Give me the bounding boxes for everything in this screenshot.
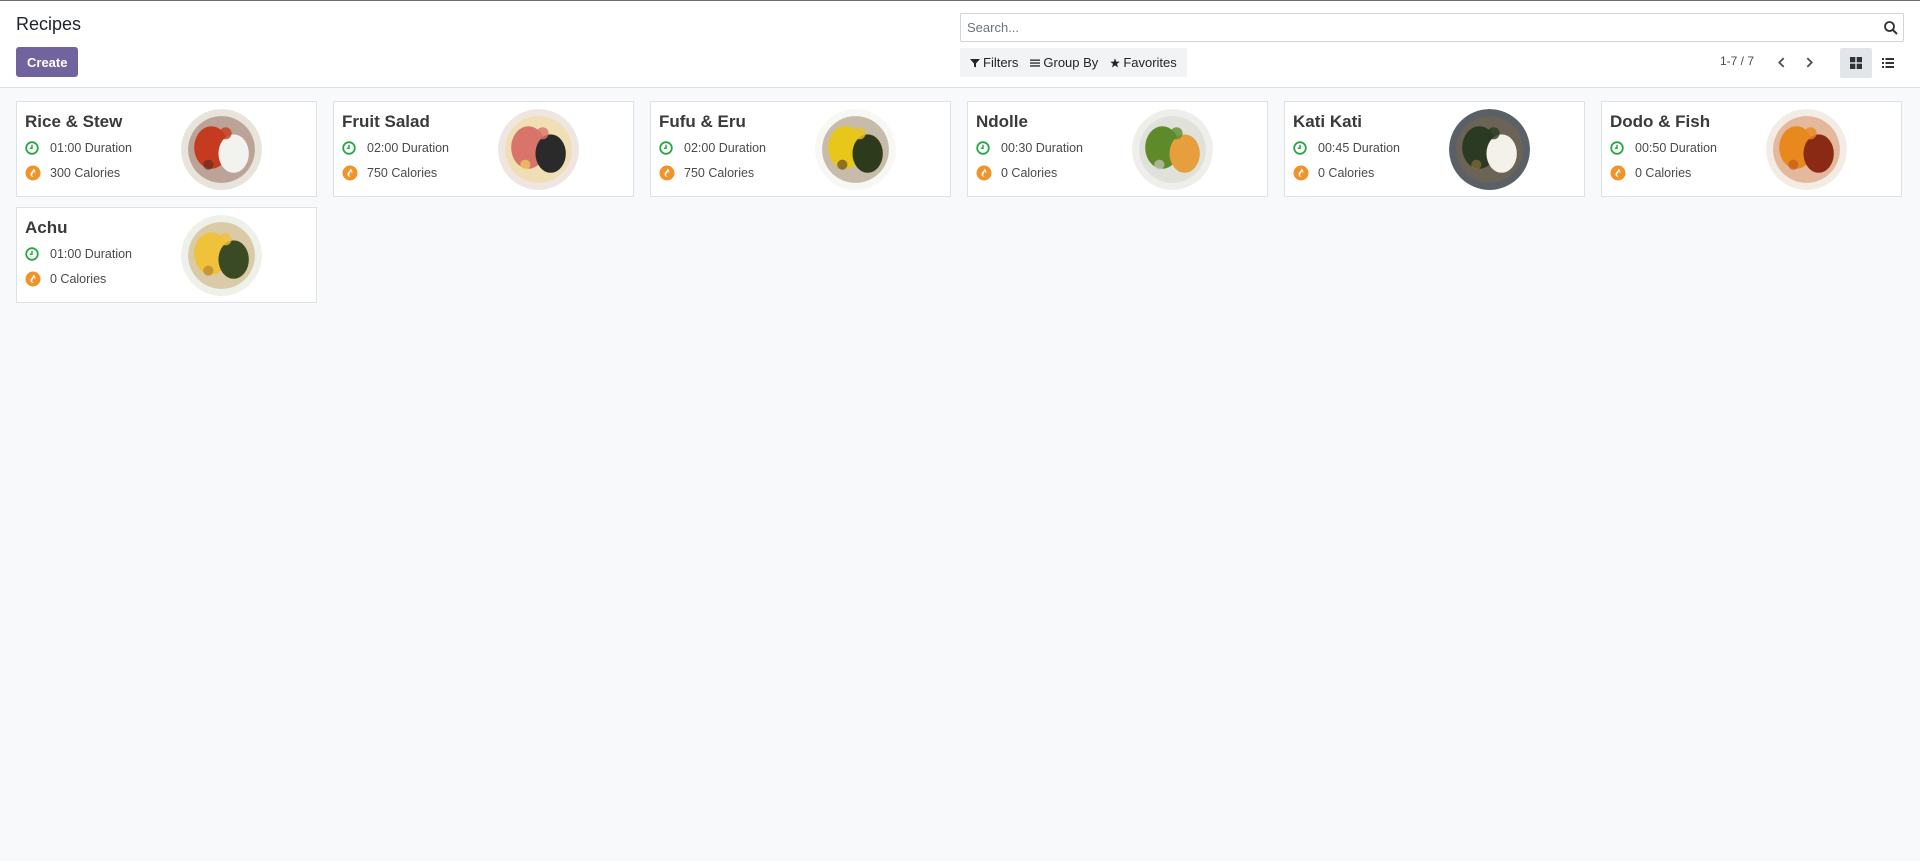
chevron-right-icon: [1806, 56, 1813, 68]
calories-text: 0 Calories: [1318, 166, 1375, 180]
recipe-duration: 01:00 Duration: [25, 247, 132, 261]
recipe-duration: 02:00 Duration: [342, 141, 449, 155]
bars-icon: [1030, 59, 1041, 67]
recipe-calories: 750 Calories: [342, 165, 437, 181]
duration-text: 02:00 Duration: [684, 141, 767, 155]
recipe-calories: 750 Calories: [659, 165, 754, 181]
star-icon: [1110, 57, 1121, 67]
search-input[interactable]: [961, 14, 1861, 41]
create-button[interactable]: Create: [16, 47, 79, 77]
clock-icon: [1610, 141, 1624, 155]
recipe-duration: 02:00 Duration: [659, 141, 766, 155]
recipe-duration: 00:30 Duration: [976, 141, 1083, 155]
fire-icon: [25, 165, 41, 181]
duration-text: 00:45 Duration: [1318, 141, 1401, 155]
recipe-name: Ndolle: [976, 112, 1028, 131]
recipe-image: [498, 109, 579, 190]
recipe-image: [1449, 109, 1530, 190]
list-icon: [1882, 58, 1894, 68]
duration-text: 00:30 Duration: [1001, 141, 1084, 155]
recipe-image: [815, 109, 896, 190]
filters-label: Filters: [983, 55, 1019, 70]
recipe-image: [181, 215, 262, 296]
fire-icon: [342, 165, 358, 181]
fire-icon: [1610, 165, 1626, 181]
clock-icon: [342, 141, 356, 155]
recipe-name: Dodo & Fish: [1610, 112, 1711, 131]
recipe-image: [181, 109, 262, 190]
recipe-card[interactable]: Rice & Stew 01:00 Duration 300 Calories: [16, 101, 317, 197]
recipe-calories: 0 Calories: [1610, 165, 1691, 181]
duration-text: 01:00 Duration: [50, 141, 133, 155]
recipe-image: [1766, 109, 1847, 190]
pager-next-button[interactable]: [1799, 53, 1819, 71]
calories-text: 0 Calories: [1635, 166, 1692, 180]
recipe-name: Rice & Stew: [25, 112, 123, 131]
search-options-bar: Filters Group By Favorites: [960, 48, 1187, 77]
recipe-calories: 0 Calories: [25, 271, 106, 287]
calories-text: 300 Calories: [50, 166, 121, 180]
group-by-label: Group By: [1043, 55, 1099, 70]
clock-icon: [1293, 141, 1307, 155]
recipe-duration: 00:45 Duration: [1293, 141, 1400, 155]
recipe-name: Achu: [25, 218, 68, 237]
fire-icon: [1293, 165, 1309, 181]
fire-icon: [659, 165, 675, 181]
calories-text: 0 Calories: [1001, 166, 1058, 180]
duration-text: 02:00 Duration: [367, 141, 450, 155]
clock-icon: [25, 141, 39, 155]
recipe-card[interactable]: Dodo & Fish 00:50 Duration 0 Calories: [1601, 101, 1902, 197]
fire-icon: [976, 165, 992, 181]
recipe-card[interactable]: Kati Kati 00:45 Duration 0 Calories: [1284, 101, 1585, 197]
recipe-name: Fufu & Eru: [659, 112, 746, 131]
recipe-image: [1132, 109, 1213, 190]
recipe-duration: 01:00 Duration: [25, 141, 132, 155]
recipe-calories: 300 Calories: [25, 165, 120, 181]
clock-icon: [25, 247, 39, 261]
recipe-card[interactable]: Fruit Salad 02:00 Duration 750 Calories: [333, 101, 634, 197]
search-icon[interactable]: [1883, 20, 1899, 36]
recipe-calories: 0 Calories: [1293, 165, 1374, 181]
th-large-icon: [1850, 57, 1862, 69]
search-box: [960, 13, 1904, 42]
list-view-button[interactable]: [1872, 48, 1904, 78]
page-title: Recipes: [16, 14, 82, 34]
recipe-card[interactable]: Fufu & Eru 02:00 Duration 750 Calories: [650, 101, 951, 197]
duration-text: 00:50 Duration: [1635, 141, 1718, 155]
recipe-duration: 00:50 Duration: [1610, 141, 1717, 155]
clock-icon: [976, 141, 990, 155]
chevron-left-icon: [1777, 56, 1784, 68]
recipe-calories: 0 Calories: [976, 165, 1057, 181]
group-by-button[interactable]: Group By: [1024, 48, 1104, 77]
calories-text: 750 Calories: [684, 166, 755, 180]
recipe-name: Kati Kati: [1293, 112, 1362, 131]
pager-value[interactable]: 1-7 / 7: [1720, 54, 1754, 68]
favorites-button[interactable]: Favorites: [1104, 48, 1182, 77]
fire-icon: [25, 271, 41, 287]
recipe-name: Fruit Salad: [342, 112, 430, 131]
clock-icon: [659, 141, 673, 155]
calories-text: 750 Calories: [367, 166, 438, 180]
view-switcher: [1840, 48, 1904, 78]
duration-text: 01:00 Duration: [50, 247, 133, 261]
kanban-view-button[interactable]: [1840, 48, 1872, 78]
filters-button[interactable]: Filters: [964, 48, 1024, 77]
calories-text: 0 Calories: [50, 272, 107, 286]
control-panel: Recipes Create Filters Group By Favorite…: [0, 1, 1920, 88]
pager-previous-button[interactable]: [1771, 53, 1791, 71]
recipe-card[interactable]: Achu 01:00 Duration 0 Calories: [16, 207, 317, 303]
recipe-card[interactable]: Ndolle 00:30 Duration 0 Calories: [967, 101, 1268, 197]
favorites-label: Favorites: [1123, 55, 1177, 70]
filter-icon: [970, 58, 980, 67]
